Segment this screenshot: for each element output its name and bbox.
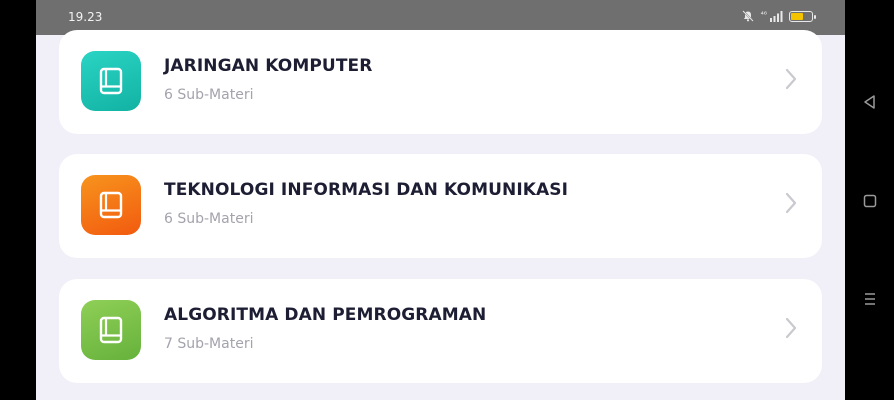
back-triangle-icon[interactable] [860,92,880,112]
course-icon-tile [81,175,141,235]
course-card[interactable]: ALGORITMA DAN PEMROGRAMAN 7 Sub-Materi [59,279,822,383]
course-card[interactable]: JARINGAN KOMPUTER 6 Sub-Materi [59,30,822,134]
course-subtitle: 7 Sub-Materi [164,336,254,352]
book-icon [99,67,123,95]
course-icon-tile [81,300,141,360]
course-subtitle: 6 Sub-Materi [164,211,254,227]
chevron-right-icon[interactable] [782,188,800,218]
course-icon-tile [81,51,141,111]
mute-bell-icon [741,10,754,22]
course-title: ALGORITMA DAN PEMROGRAMAN [164,305,487,325]
book-icon [99,191,123,219]
course-card[interactable]: TEKNOLOGI INFORMASI DAN KOMUNIKASI 6 Sub… [59,154,822,258]
battery-icon [789,10,816,22]
course-subtitle: 6 Sub-Materi [164,87,254,103]
home-square-icon[interactable] [860,191,880,211]
battery-level [791,12,803,20]
chevron-right-icon[interactable] [782,64,800,94]
network-type-label: ⁴⁶ [760,9,767,19]
course-title: JARINGAN KOMPUTER [164,56,373,76]
course-title: TEKNOLOGI INFORMASI DAN KOMUNIKASI [164,180,569,200]
app-screen: 19.23 ⁴⁶ JARINGAN KOMPUTER 6 Sub-Materi … [36,0,845,400]
chevron-right-icon[interactable] [782,313,800,343]
status-icons: ⁴⁶ [741,9,816,22]
navigation-bar [845,0,894,400]
menu-lines-icon[interactable] [860,289,880,309]
book-icon [99,316,123,344]
left-black-bar [0,0,36,400]
status-time: 19.23 [68,10,103,24]
signal-icon [770,11,783,22]
